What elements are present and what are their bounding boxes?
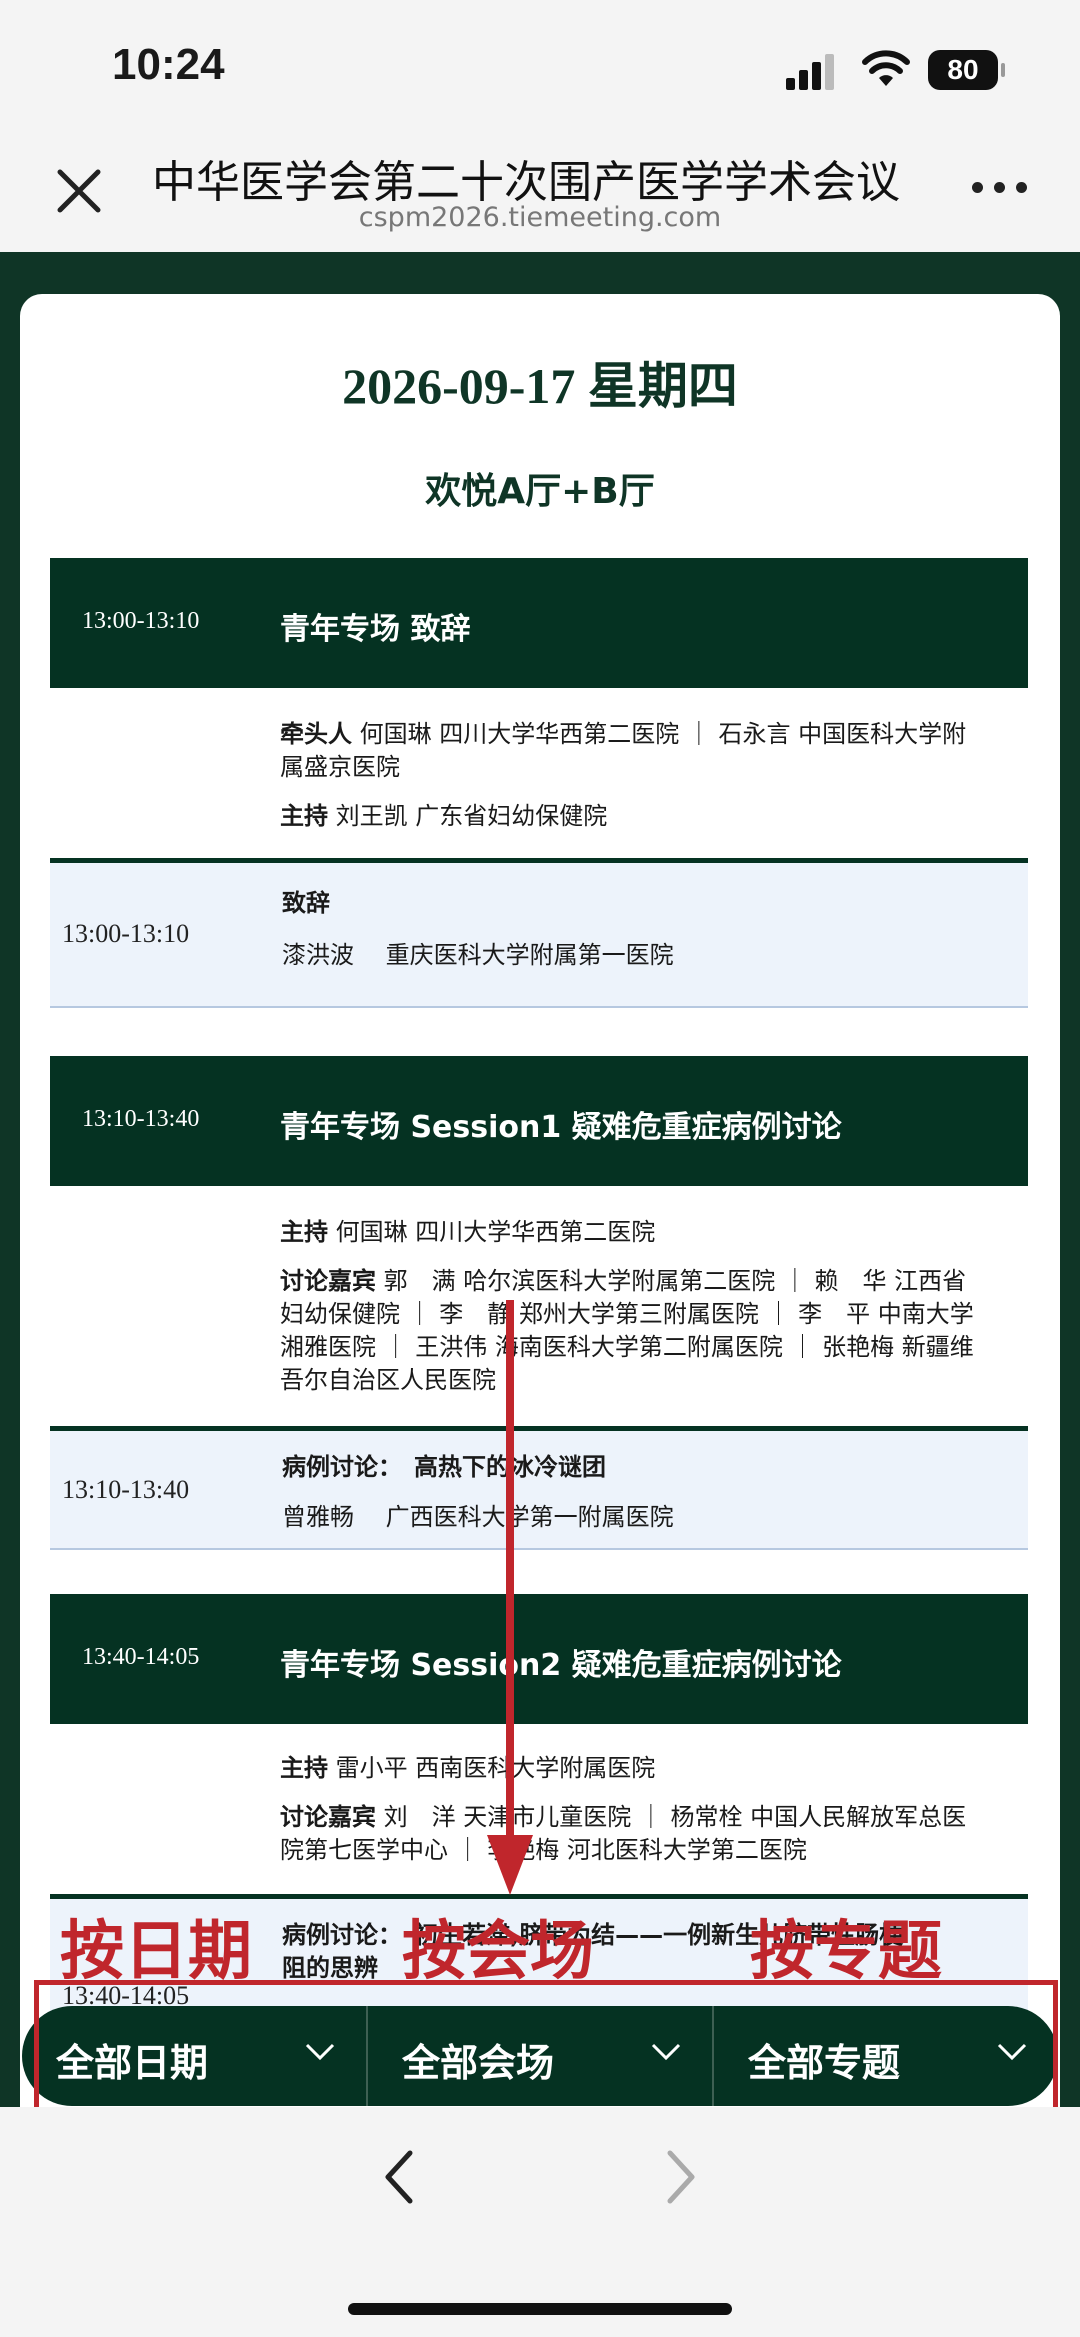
guests-names: 郭 满 哈尔滨医科大学附属第二医院 ｜ 赖 华 江西省 — [383, 1267, 967, 1295]
talk-title: 病例讨论： 高热下的冰冷谜团 — [282, 1453, 606, 1481]
annotation-arrow — [487, 1300, 533, 1895]
annotation-box — [34, 1980, 1058, 2128]
guests-label: 讨论嘉宾 — [280, 1803, 376, 1831]
schedule-hall: 欢悦A厅+B厅 — [425, 471, 655, 512]
leader-label: 牵头人 — [280, 720, 352, 748]
session-title: 青年专场 致辞 — [280, 612, 471, 647]
session-time: 13:40-14:05 — [82, 1644, 200, 1670]
home-indicator — [348, 2303, 732, 2315]
forward-arrow-icon — [667, 2150, 695, 2204]
back-arrow-icon[interactable] — [380, 2147, 420, 2207]
guests-names: 刘 洋 天津市儿童医院 ｜ 杨常栓 中国人民解放军总医 — [383, 1803, 967, 1831]
annotation-by-topic: 按专题 — [750, 1916, 942, 1987]
schedule-date: 2026-09-17 星期四 — [342, 358, 738, 414]
session-header[interactable]: 13:10-13:40 青年专场 Session1 疑难危重症病例讨论 — [50, 1056, 1028, 1186]
session-time: 13:00-13:10 — [82, 608, 200, 634]
guests-names-cont: 吾尔自治区人民医院 — [280, 1366, 496, 1394]
talk-time: 13:00-13:10 — [62, 919, 190, 948]
host-label: 主持 — [280, 1218, 328, 1246]
session-time: 13:10-13:40 — [82, 1106, 200, 1132]
session-info: 主持 何国琳 四川大学华西第二医院 讨论嘉宾 郭 满 哈尔滨医科大学附属第二医院… — [280, 1216, 1040, 1397]
wifi-icon — [862, 50, 910, 86]
guests-label: 讨论嘉宾 — [280, 1267, 376, 1295]
session-header[interactable]: 13:40-14:05 青年专场 Session2 疑难危重症病例讨论 — [50, 1594, 1028, 1724]
leader-names: 何国琳 四川大学华西第二医院 ｜ 石永言 中国医科大学附 — [359, 720, 967, 748]
leader-names-cont: 属盛京医院 — [280, 753, 400, 781]
status-time: 10:24 — [112, 40, 225, 89]
page-url: cspm2026.tiemeeting.com — [358, 202, 722, 233]
annotation-by-date: 按日期 — [60, 1916, 252, 1987]
more-icon[interactable] — [972, 178, 1032, 198]
session-header[interactable]: 13:00-13:10 青年专场 致辞 — [50, 558, 1028, 688]
schedule-card: 2026-09-17 星期四 欢悦A厅+B厅 13:00-13:10 青年专场 … — [20, 294, 1060, 2107]
host-name: 何国琳 四川大学华西第二医院 — [335, 1218, 656, 1246]
battery-icon: 80 — [928, 50, 1005, 90]
status-bar: 10:24 80 — [0, 0, 1080, 140]
browser-toolbar — [0, 2107, 1080, 2337]
signal-icon — [786, 54, 836, 90]
talk-row[interactable]: 13:00-13:10 致辞 漆洪波 重庆医科大学附属第一医院 — [50, 858, 1028, 1008]
talk-title: 致辞 — [282, 889, 330, 917]
talk-time: 13:10-13:40 — [62, 1475, 190, 1504]
guests-names-cont: 湘雅医院 ｜ 王洪伟 海南医科大学第二附属医院 ｜ 张艳梅 新疆维 — [280, 1333, 974, 1361]
talk-speaker: 漆洪波 重庆医科大学附属第一医院 — [282, 941, 674, 969]
session-info: 主持 雷小平 西南医科大学附属医院 讨论嘉宾 刘 洋 天津市儿童医院 ｜ 杨常栓… — [280, 1752, 1040, 1867]
host-label: 主持 — [280, 1754, 328, 1782]
talk-row[interactable]: 13:10-13:40 病例讨论： 高热下的冰冷谜团 曾雅畅 广西医科大学第一附… — [50, 1426, 1028, 1550]
host-label: 主持 — [280, 802, 328, 830]
guests-names-cont: 院第七医学中心 ｜ 李艳梅 河北医科大学第二医院 — [280, 1836, 807, 1864]
guests-names-cont: 妇幼保健院 ｜ 李 静 郑州大学第三附属医院 ｜ 李 平 中南大学 — [280, 1300, 974, 1328]
page-title: 中华医学会第二十次围产医学学术会议 — [152, 157, 900, 208]
session-info: 牵头人 何国琳 四川大学华西第二医院 ｜ 石永言 中国医科大学附 属盛京医院 主… — [280, 718, 1040, 833]
session-title: 青年专场 Session2 疑难危重症病例讨论 — [280, 1648, 842, 1683]
session-title: 青年专场 Session1 疑难危重症病例讨论 — [280, 1110, 842, 1145]
host-name: 刘王凯 广东省妇幼保健院 — [335, 802, 608, 830]
browser-nav-bar: 中华医学会第二十次围产医学学术会议 cspm2026.tiemeeting.co… — [0, 140, 1080, 252]
talk-speaker: 曾雅畅 广西医科大学第一附属医院 — [282, 1503, 674, 1531]
annotation-by-venue: 按会场 — [402, 1916, 594, 1987]
